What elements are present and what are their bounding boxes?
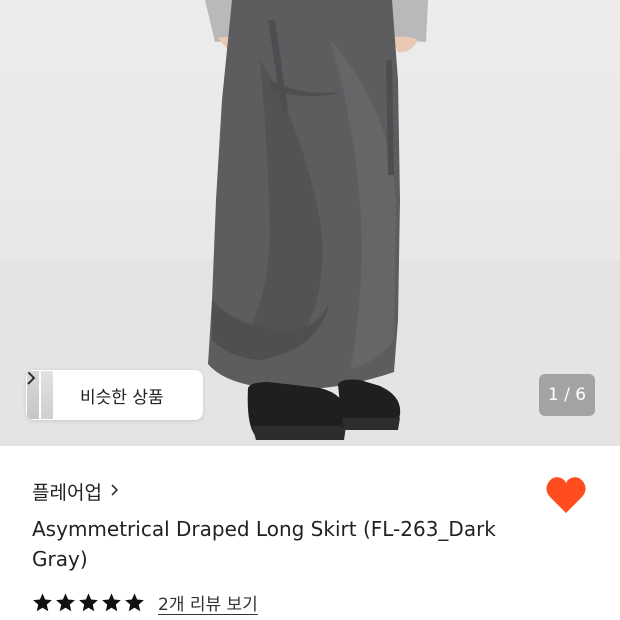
star-rating [32,592,145,613]
star-icon [102,593,121,612]
brand-name: 플레어업 [32,482,102,504]
product-image-gallery[interactable]: 비슷한 상품 1 / 6 [0,0,620,446]
review-link[interactable]: 2개 리뷰 보기 [158,590,258,615]
similar-thumbnail [40,370,54,420]
image-counter: 1 / 6 [539,374,595,416]
star-icon [33,593,52,612]
product-title: Asymmetrical Draped Long Skirt (FL-263_D… [32,517,496,571]
chevron-right-icon [110,482,119,501]
brand-link[interactable]: 플레어업 [32,478,119,505]
star-icon [79,593,98,612]
star-icon [56,593,75,612]
similar-products-button[interactable]: 비슷한 상품 [26,370,203,420]
rating-row: 2개 리뷰 보기 [32,590,258,615]
star-icon [125,593,144,612]
wishlist-heart-icon[interactable] [545,475,587,515]
similar-products-label: 비슷한 상품 [80,387,164,408]
